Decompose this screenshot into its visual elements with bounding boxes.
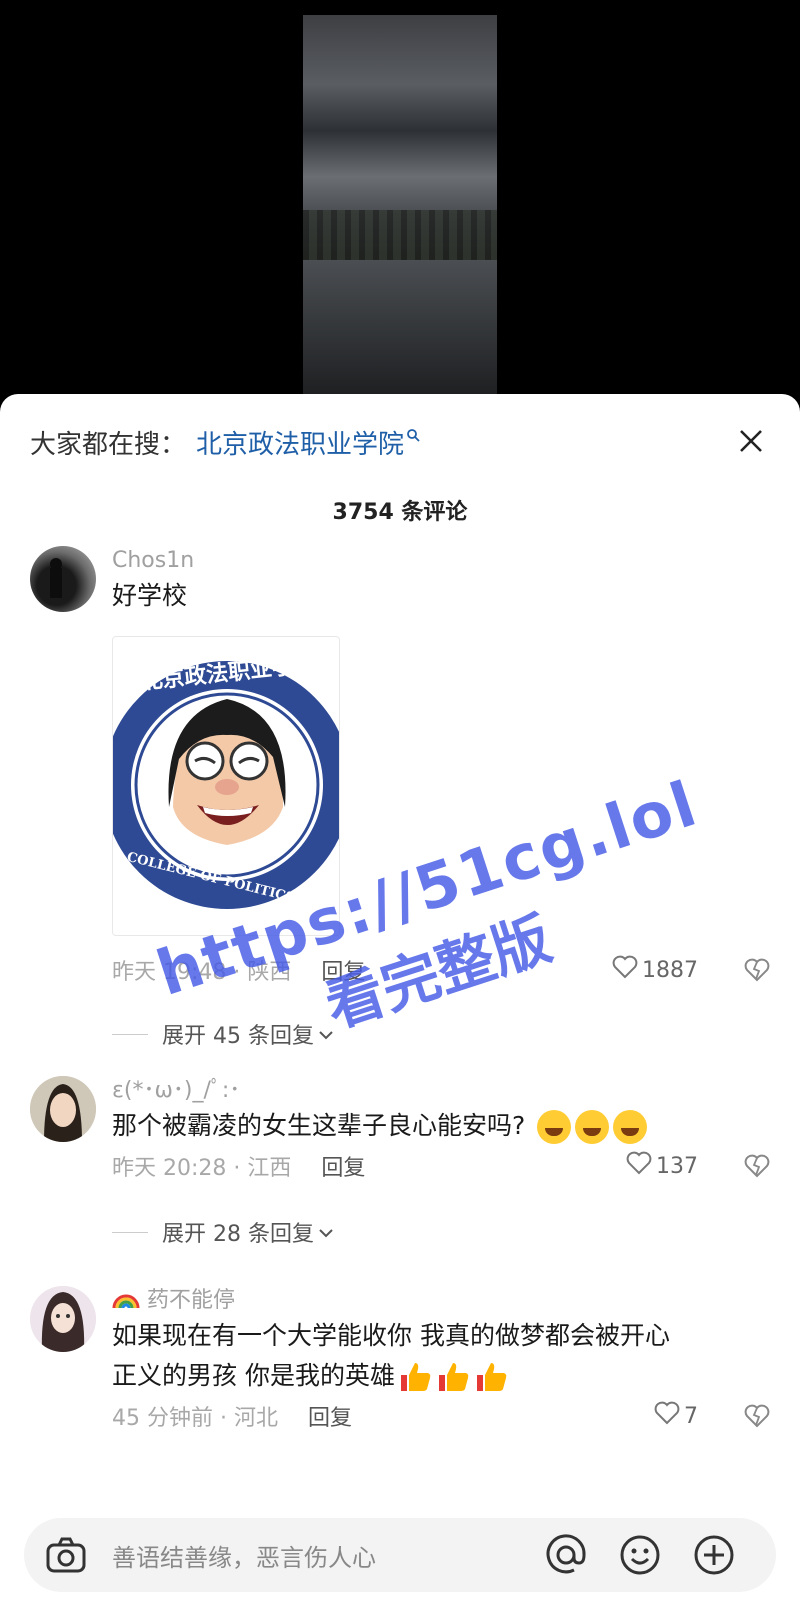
- camera-icon[interactable]: [44, 1533, 88, 1577]
- expand-label: 展开 28 条回复: [162, 1222, 314, 1247]
- comment-input-bar[interactable]: 善语结善缘，恶言伤人心: [24, 1518, 776, 1592]
- comment-input-placeholder[interactable]: 善语结善缘，恶言伤人心: [112, 1538, 376, 1573]
- thumbs-up-icon: [397, 1361, 433, 1393]
- sweat-smile-emoji-icon: [613, 1110, 648, 1144]
- sweat-smile-emoji-icon: [537, 1110, 572, 1144]
- trending-search-row: 大家都在搜： 北京政法职业学院: [30, 422, 770, 462]
- like-count: 137: [656, 1153, 698, 1179]
- avatar[interactable]: [30, 546, 96, 612]
- reply-button[interactable]: 回复: [321, 954, 365, 986]
- comment-text-body: 正义的男孩 你是我的英雄: [112, 1361, 395, 1390]
- avatar[interactable]: [30, 1286, 96, 1352]
- comment-text-line: 如果现在有一个大学能收你 我真的做梦都会被开心: [112, 1321, 670, 1350]
- expand-divider: [112, 1033, 148, 1035]
- video-road: [303, 260, 497, 400]
- plus-icon[interactable]: [692, 1533, 736, 1577]
- expand-divider: [112, 1231, 148, 1233]
- broken-heart-icon[interactable]: [744, 1404, 770, 1430]
- search-prefix: 大家都在搜：: [30, 429, 187, 460]
- reply-button[interactable]: 回复: [321, 1150, 365, 1182]
- close-icon[interactable]: [734, 424, 768, 458]
- thumbs-up-icon: [473, 1361, 509, 1393]
- search-icon: [406, 427, 420, 442]
- chevron-down-icon: [318, 1022, 334, 1047]
- like-button[interactable]: 7: [654, 1396, 698, 1436]
- username[interactable]: Chos1n: [112, 546, 770, 576]
- comment-meta: 45 分钟前 · 河北 回复 7: [112, 1396, 770, 1436]
- avatar[interactable]: [30, 1076, 96, 1142]
- comment-meta: 昨天 20:28 · 江西 回复 137: [112, 1146, 770, 1186]
- comment-text: 那个被霸凌的女生这辈子良心能安吗?: [112, 1106, 770, 1146]
- video-frame: [303, 15, 497, 400]
- comment-text: 如果现在有一个大学能收你 我真的做梦都会被开心 正义的男孩 你是我的英雄: [112, 1316, 770, 1396]
- rainbow-icon: [112, 1288, 140, 1313]
- username-text: 药不能停: [147, 1288, 236, 1313]
- time-location: 昨天 19:48 · 陕西: [112, 960, 292, 985]
- chevron-down-icon: [318, 1220, 334, 1245]
- comment-meta: 昨天 19:48 · 陕西 回复 1887: [112, 950, 770, 990]
- reply-button[interactable]: 回复: [308, 1400, 352, 1432]
- heart-icon: [626, 1151, 656, 1181]
- expand-replies-button[interactable]: 展开 45 条回复: [112, 1014, 770, 1054]
- comment-text: 好学校: [112, 581, 188, 610]
- heart-icon: [654, 1401, 684, 1431]
- broken-heart-icon[interactable]: [744, 1154, 770, 1180]
- like-count: 1887: [642, 957, 698, 983]
- comment-text-body: 那个被霸凌的女生这辈子良心能安吗?: [112, 1111, 526, 1140]
- broken-heart-icon[interactable]: [744, 958, 770, 984]
- comment-count: 3754 条评论: [332, 500, 468, 525]
- username[interactable]: 药不能停: [112, 1286, 770, 1316]
- like-button[interactable]: 137: [626, 1146, 698, 1186]
- time-location: 45 分钟前 · 河北: [112, 1406, 278, 1431]
- sticker-image[interactable]: 北京政法职业学院 COLLEGE OF POLITICS AND: [112, 636, 340, 936]
- thumbs-up-icon: [435, 1361, 471, 1393]
- comment-sheet: 大家都在搜： 北京政法职业学院 3754 条评论 Chos1n 好学校 北京政法…: [0, 394, 800, 1618]
- video-player[interactable]: [0, 0, 800, 400]
- like-count: 7: [684, 1403, 698, 1429]
- mention-icon[interactable]: [544, 1533, 588, 1577]
- time-location: 昨天 20:28 · 江西: [112, 1156, 292, 1181]
- sweat-smile-emoji-icon: [575, 1110, 610, 1144]
- emoji-icon[interactable]: [618, 1533, 662, 1577]
- heart-icon: [612, 955, 642, 985]
- search-term-link[interactable]: 北京政法职业学院: [196, 424, 404, 461]
- username[interactable]: ε(*･ω･)_/ﾟ:･: [112, 1076, 770, 1106]
- expand-replies-button[interactable]: 展开 28 条回复: [112, 1212, 770, 1252]
- like-button[interactable]: 1887: [612, 950, 698, 990]
- comment-text-line-2: 正义的男孩 你是我的英雄: [112, 1356, 770, 1396]
- expand-label: 展开 45 条回复: [162, 1024, 314, 1049]
